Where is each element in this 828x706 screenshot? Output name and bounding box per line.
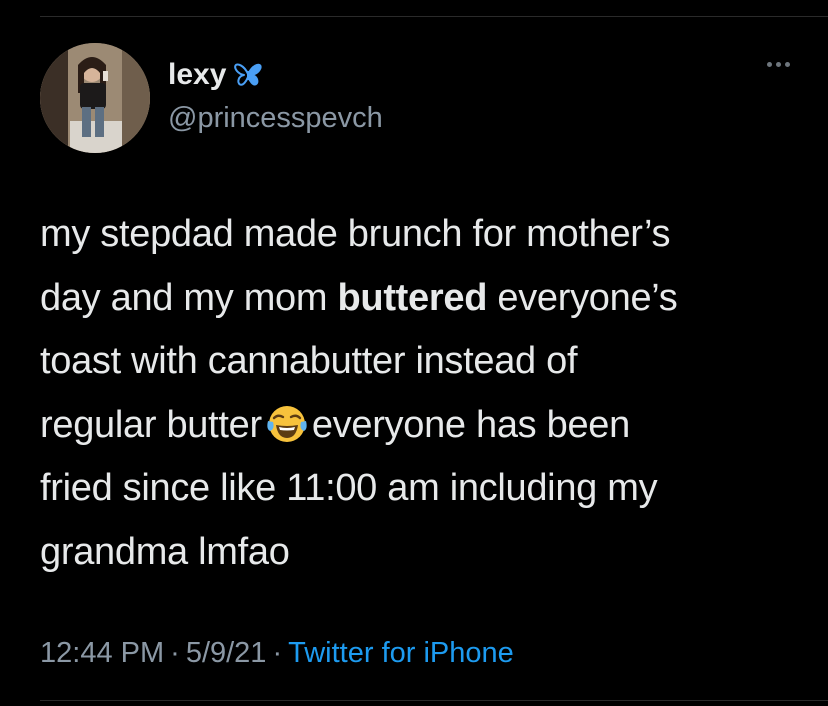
meta-separator: · (272, 637, 283, 669)
tweet-time[interactable]: 12:44 PM (40, 637, 164, 669)
tweet-line-2-start: day and my mom (40, 276, 338, 319)
ellipsis-icon (776, 62, 781, 67)
more-options-button[interactable] (767, 62, 790, 67)
top-divider (40, 16, 828, 17)
ellipsis-icon (785, 62, 790, 67)
avatar[interactable] (40, 43, 150, 153)
tweet-date[interactable]: 5/9/21 (186, 637, 267, 669)
tweet-line-4-end: everyone has been (311, 403, 630, 446)
tweet-line-6: grandma lmfao (40, 530, 290, 573)
tweet-source-link[interactable]: Twitter for iPhone (288, 637, 514, 669)
author-handle[interactable]: @princesspevch (168, 101, 383, 135)
tweet-bold-word: buttered (337, 276, 488, 319)
bottom-divider (40, 700, 828, 701)
tweet-line-5: fried since like 11:00 am including my (40, 467, 658, 509)
face-with-tears-of-joy-emoji (267, 405, 307, 442)
ellipsis-icon (767, 62, 772, 67)
tweet-line-4-start: regular butter (40, 403, 262, 446)
author-name-row[interactable]: lexy (168, 58, 262, 92)
meta-separator: · (170, 637, 180, 669)
tweet-line-1: my stepdad made brunch for mother’s (40, 213, 671, 255)
avatar-photo (40, 43, 150, 153)
tweet-line-2-end: everyone’s (487, 276, 678, 319)
butterfly-icon (234, 63, 262, 86)
tweet-metadata: 12:44 PM · 5/9/21 · Twitter for iPhone (40, 634, 514, 672)
tweet-text: my stepdad made brunch for mother’s day … (40, 203, 810, 584)
display-name[interactable]: lexy (168, 58, 226, 92)
tweet-line-3: toast with cannabutter instead of (40, 340, 578, 382)
